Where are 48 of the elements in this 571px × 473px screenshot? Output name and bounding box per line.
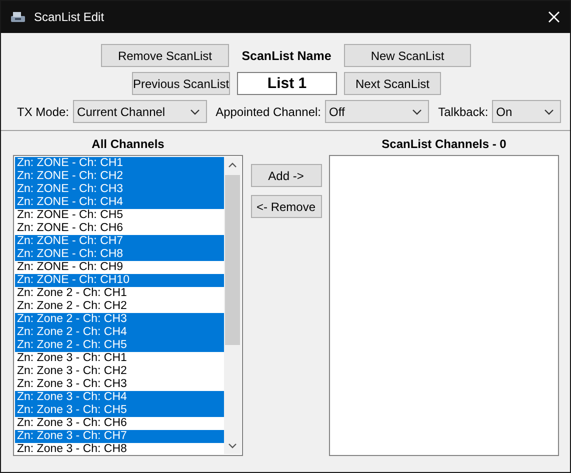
channel-item[interactable]: Zn: ZONE - Ch: CH6 — [15, 222, 224, 235]
channel-item[interactable]: Zn: ZONE - Ch: CH2 — [15, 170, 224, 183]
setting-label: Appointed Channel: — [216, 104, 321, 118]
channel-item[interactable]: Zn: Zone 2 - Ch: CH3 — [15, 313, 224, 326]
setting-dropdown[interactable]: Current Channel — [73, 100, 207, 123]
setting-label: TX Mode: — [17, 104, 70, 118]
chevron-down-icon — [190, 108, 200, 114]
setting-dropdown[interactable]: On — [492, 100, 561, 123]
channel-item[interactable]: Zn: Zone 3 - Ch: CH3 — [15, 378, 224, 391]
channel-item[interactable]: Zn: ZONE - Ch: CH4 — [15, 196, 224, 209]
channel-item[interactable]: Zn: ZONE - Ch: CH10 — [15, 274, 224, 287]
channel-item[interactable]: Zn: ZONE - Ch: CH1 — [15, 157, 224, 170]
channel-item[interactable]: Zn: Zone 3 - Ch: CH2 — [15, 365, 224, 378]
channel-item[interactable]: Zn: ZONE - Ch: CH8 — [15, 248, 224, 261]
scanlist-name-label: ScanList Name — [240, 48, 332, 62]
channel-item[interactable]: Zn: ZONE - Ch: CH3 — [15, 183, 224, 196]
channel-item[interactable]: Zn: Zone 3 - Ch: CH1 — [15, 352, 224, 365]
scanlist-name-field[interactable]: List 1 — [237, 72, 337, 95]
channel-item[interactable]: Zn: Zone 2 - Ch: CH5 — [15, 339, 224, 352]
scrollbar[interactable] — [224, 157, 241, 454]
window-title: ScanList Edit — [34, 10, 106, 24]
all-channels-heading: All Channels — [92, 137, 164, 151]
channel-item[interactable]: Zn: Zone 3 - Ch: CH7 — [15, 430, 224, 443]
scroll-down-icon[interactable] — [228, 443, 237, 449]
channel-item[interactable]: Zn: ZONE - Ch: CH9 — [15, 261, 224, 274]
next-scanlist-button[interactable]: Next ScanList — [344, 72, 441, 95]
previous-scanlist-button[interactable]: Previous ScanList — [132, 72, 230, 95]
close-icon[interactable] — [548, 11, 560, 23]
channel-item[interactable]: Zn: Zone 3 - Ch: CH4 — [15, 391, 224, 404]
new-scanlist-button[interactable]: New ScanList — [344, 44, 471, 67]
chevron-down-icon — [412, 108, 422, 114]
channel-item[interactable]: Zn: Zone 2 - Ch: CH1 — [15, 287, 224, 300]
channel-item[interactable]: Zn: Zone 2 - Ch: CH4 — [15, 326, 224, 339]
scroll-up-icon[interactable] — [228, 162, 237, 168]
scanlist-channels-heading: ScanList Channels - 0 — [382, 137, 506, 151]
app-icon — [10, 10, 26, 24]
channel-item[interactable]: Zn: Zone 3 - Ch: CH8 — [15, 443, 224, 454]
remove-scanlist-button[interactable]: Remove ScanList — [101, 44, 229, 67]
add-button[interactable]: Add -> — [250, 164, 322, 187]
remove-button[interactable]: <- Remove — [250, 195, 322, 218]
channel-item[interactable]: Zn: Zone 2 - Ch: CH2 — [15, 300, 224, 313]
channel-item[interactable]: Zn: Zone 3 - Ch: CH6 — [15, 417, 224, 430]
setting-label: Talkback: — [438, 104, 488, 118]
chevron-down-icon — [544, 108, 554, 114]
channel-item[interactable]: Zn: Zone 3 - Ch: CH5 — [15, 404, 224, 417]
setting-dropdown[interactable]: Off — [325, 100, 430, 123]
channel-item[interactable]: Zn: ZONE - Ch: CH5 — [15, 209, 224, 222]
channel-item[interactable]: Zn: ZONE - Ch: CH7 — [15, 235, 224, 248]
